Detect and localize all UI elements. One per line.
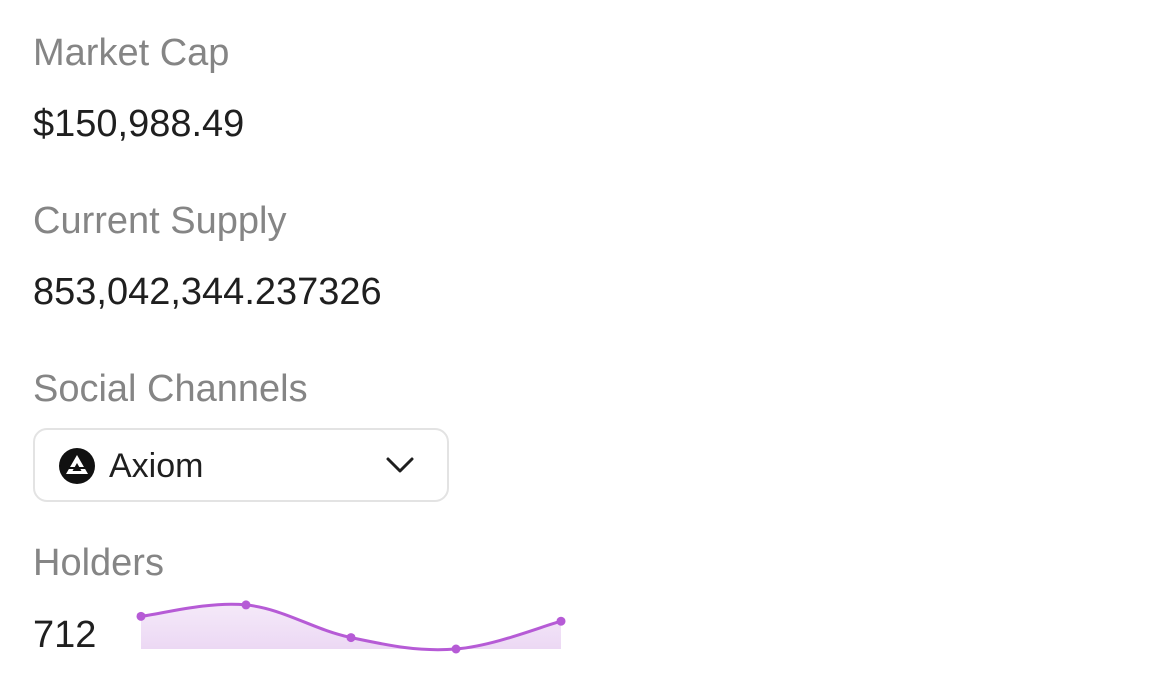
holders-sparkline-chart xyxy=(136,600,566,654)
chevron-down-icon[interactable] xyxy=(385,455,415,475)
sparkline-point-2 xyxy=(346,633,356,643)
social-channels-label: Social Channels xyxy=(33,368,308,410)
sparkline-point-1 xyxy=(241,600,251,610)
selected-channel-name: Axiom xyxy=(109,447,204,485)
market-cap-label: Market Cap xyxy=(33,32,230,74)
current-supply-value: 853,042,344.237326 xyxy=(33,271,382,313)
sparkline-point-3 xyxy=(451,644,461,654)
sparkline-area xyxy=(141,604,561,650)
holders-label: Holders xyxy=(33,542,164,584)
holders-value: 712 xyxy=(33,614,97,656)
axiom-logo-icon xyxy=(59,448,95,484)
social-channels-dropdown[interactable]: Axiom xyxy=(33,428,449,502)
sparkline-point-0 xyxy=(136,611,146,621)
market-cap-value: $150,988.49 xyxy=(33,103,245,145)
sparkline-point-4 xyxy=(556,616,566,626)
current-supply-label: Current Supply xyxy=(33,200,287,242)
